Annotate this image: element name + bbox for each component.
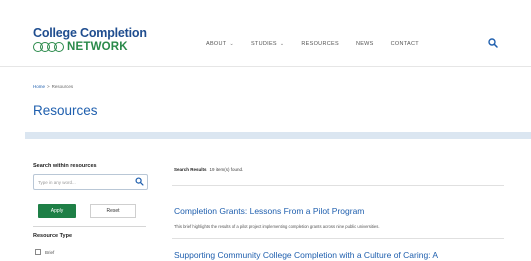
results-label: Search Results [174,167,207,172]
logo-line2-text: NETWORK [67,41,128,53]
results-divider [172,185,504,186]
search-icon[interactable] [135,177,144,186]
breadcrumb-current: Resources [51,84,74,89]
logo-line2: NETWORK [33,41,163,53]
checkbox[interactable] [35,249,41,255]
main-nav: ABOUT ⌄ STUDIES ⌄ RESOURCES NEWS CONTACT [206,41,436,47]
nav-item-news[interactable]: NEWS [356,41,374,47]
sidebar-divider [33,226,146,227]
site-logo[interactable]: College Completion NETWORK [33,27,163,53]
chevron-down-icon: ⌄ [229,41,234,47]
logo-line1: College Completion [33,26,147,40]
nav-item-label: STUDIES [250,41,277,47]
apply-button[interactable]: Apply [38,204,76,218]
nav-item-contact[interactable]: CONTACT [391,41,419,47]
nav-item-label: RESOURCES [301,41,339,47]
result-title-link[interactable]: Completion Grants: Lessons From a Pilot … [174,206,364,216]
nav-item-resources[interactable]: RESOURCES [301,41,339,47]
breadcrumb: Home > Resources [33,84,73,89]
page-title: Resources [33,103,98,118]
nav-item-studies[interactable]: STUDIES ⌄ [251,41,284,47]
search-input[interactable] [38,178,128,186]
nav-item-label: ABOUT [206,41,227,47]
site-header: College Completion NETWORK ABOUT ⌄ STUDI… [0,0,531,67]
results-count: 19 item(s) found. [209,167,244,172]
nav-item-label: CONTACT [390,41,419,47]
breadcrumb-separator: > [47,84,50,89]
nav-item-label: NEWS [355,41,374,47]
logo-circles-icon [33,42,64,52]
resource-type-option-brief[interactable]: Brief [35,249,54,255]
reset-button[interactable]: Reset [90,204,136,218]
resource-type-heading: Resource Type [33,233,73,239]
result-divider [172,238,504,239]
breadcrumb-home-link[interactable]: Home [33,84,45,89]
nav-item-about[interactable]: ABOUT ⌄ [206,41,234,47]
resource-type-option-label: Brief [45,249,55,255]
section-band [25,132,531,139]
page: College Completion NETWORK ABOUT ⌄ STUDI… [0,0,531,261]
search-heading: Search within resources [33,163,97,169]
result-description: This brief highlights the results of a p… [174,224,380,229]
results-summary: Search Results 19 item(s) found. [174,167,243,172]
search-box [33,174,148,190]
result-title-link[interactable]: Supporting Community College Completion … [174,250,438,260]
search-icon[interactable] [488,38,498,48]
chevron-down-icon: ⌄ [279,41,285,47]
filter-sidebar: Search within resources Apply Reset Reso… [33,163,148,255]
